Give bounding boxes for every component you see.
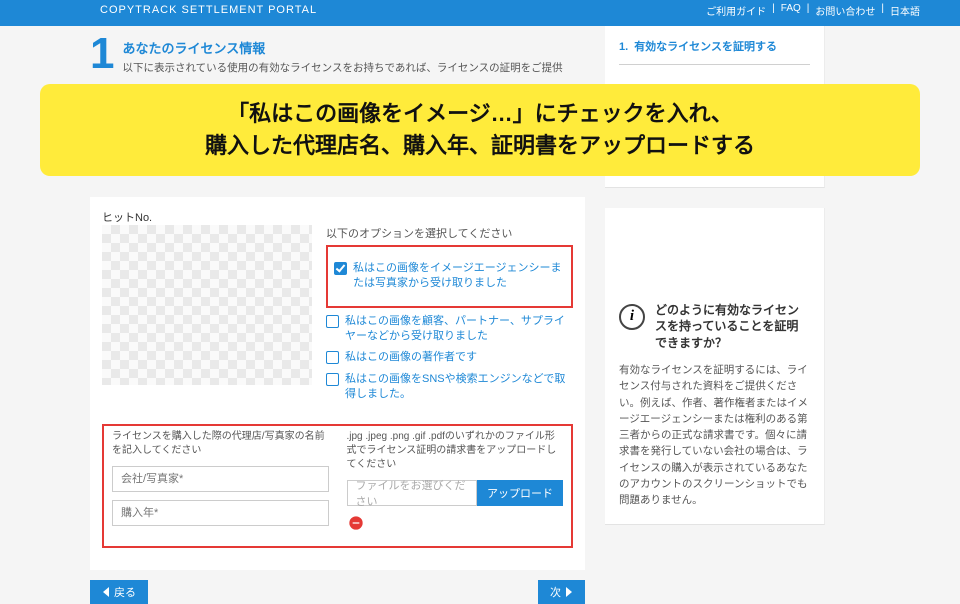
banner-line-2: 購入した代理店名、購入年、証明書をアップロードする: [60, 130, 900, 162]
delete-icon[interactable]: [347, 514, 365, 532]
info-icon: i: [619, 304, 645, 330]
checkbox-icon: [326, 351, 339, 364]
option-highlight-box: 私はこの画像をイメージエージェンシーまたは写真家から受け取りました: [326, 245, 573, 308]
agency-input[interactable]: [112, 466, 329, 492]
top-header: COPYTRACK SETTLEMENT PORTAL ご利用ガイド| FAQ|…: [0, 0, 960, 26]
step-description: 以下に表示されている使用の有効なライセンスをお持ちであれば、ライセンスの証明をご…: [122, 61, 562, 77]
chevron-left-icon: [102, 587, 110, 597]
banner-line-1: 「私はこの画像をイメージ…」にチェックを入れ、: [60, 98, 900, 130]
sidebar-step-1[interactable]: 1.有効なライセンスを証明する: [619, 38, 810, 65]
back-button[interactable]: 戻る: [90, 580, 148, 604]
hit-number-label: ヒットNo.: [102, 209, 573, 225]
chevron-right-icon: [565, 587, 573, 597]
step-title: あなたのライセンス情報: [122, 38, 562, 57]
header-links: ご利用ガイド| FAQ| お問い合わせ| 日本語: [706, 3, 920, 18]
portal-title: COPYTRACK SETTLEMENT PORTAL: [100, 4, 317, 16]
year-input[interactable]: [112, 500, 329, 526]
header-link[interactable]: お問い合わせ: [815, 3, 875, 18]
instruction-banner: 「私はこの画像をイメージ…」にチェックを入れ、 購入した代理店名、購入年、証明書…: [40, 84, 920, 176]
checkbox-icon: [334, 262, 347, 275]
license-form: ヒットNo. 以下のオプションを選択してください 私はこの画像をイメージエージェ…: [90, 197, 585, 571]
option-sns[interactable]: 私はこの画像をSNSや検索エンジンなどで取得しました。: [326, 372, 573, 403]
option-label: 私はこの画像を顧客、パートナー、サプライヤーなどから受け取りました: [345, 314, 573, 345]
header-link[interactable]: 日本語: [890, 3, 920, 18]
options-heading: 以下のオプションを選択してください: [326, 225, 573, 241]
step-number: 1: [90, 34, 114, 74]
sidebar-info-card: i どのように有効なライセンスを持っていることを証明できますか？ 有効なライセン…: [605, 208, 825, 526]
sidebar-info-text: 有効なライセンスを証明するには、ライセンス付与された資料をご提供ください。例えば…: [619, 362, 810, 508]
upload-button[interactable]: アップロード: [477, 480, 563, 506]
option-agency[interactable]: 私はこの画像をイメージエージェンシーまたは写真家から受け取りました: [334, 261, 565, 292]
file-input[interactable]: ファイルをお選びください: [347, 480, 478, 506]
checkbox-icon: [326, 315, 339, 328]
upload-caption: .jpg .jpeg .png .gif .pdfのいずれかのファイル形式でライ…: [347, 430, 564, 472]
option-label: 私はこの画像をイメージエージェンシーまたは写真家から受け取りました: [353, 261, 565, 292]
option-label: 私はこの画像の著作者です: [345, 350, 477, 365]
agency-caption: ライセンスを購入した際の代理店/写真家の名前を記入してください: [112, 430, 329, 458]
header-link[interactable]: ご利用ガイド: [706, 3, 766, 18]
sidebar-info-title: どのように有効なライセンスを持っていることを証明できますか？: [655, 302, 810, 352]
option-author[interactable]: 私はこの画像の著作者です: [326, 350, 573, 365]
option-customer[interactable]: 私はこの画像を顧客、パートナー、サプライヤーなどから受け取りました: [326, 314, 573, 345]
header-link[interactable]: FAQ: [781, 3, 801, 18]
option-label: 私はこの画像をSNSや検索エンジンなどで取得しました。: [345, 372, 573, 403]
checkbox-icon: [326, 373, 339, 386]
hit-thumbnail: [102, 225, 312, 385]
input-highlight-box: ライセンスを購入した際の代理店/写真家の名前を記入してください .jpg .jp…: [102, 424, 573, 548]
next-button[interactable]: 次: [538, 580, 585, 604]
